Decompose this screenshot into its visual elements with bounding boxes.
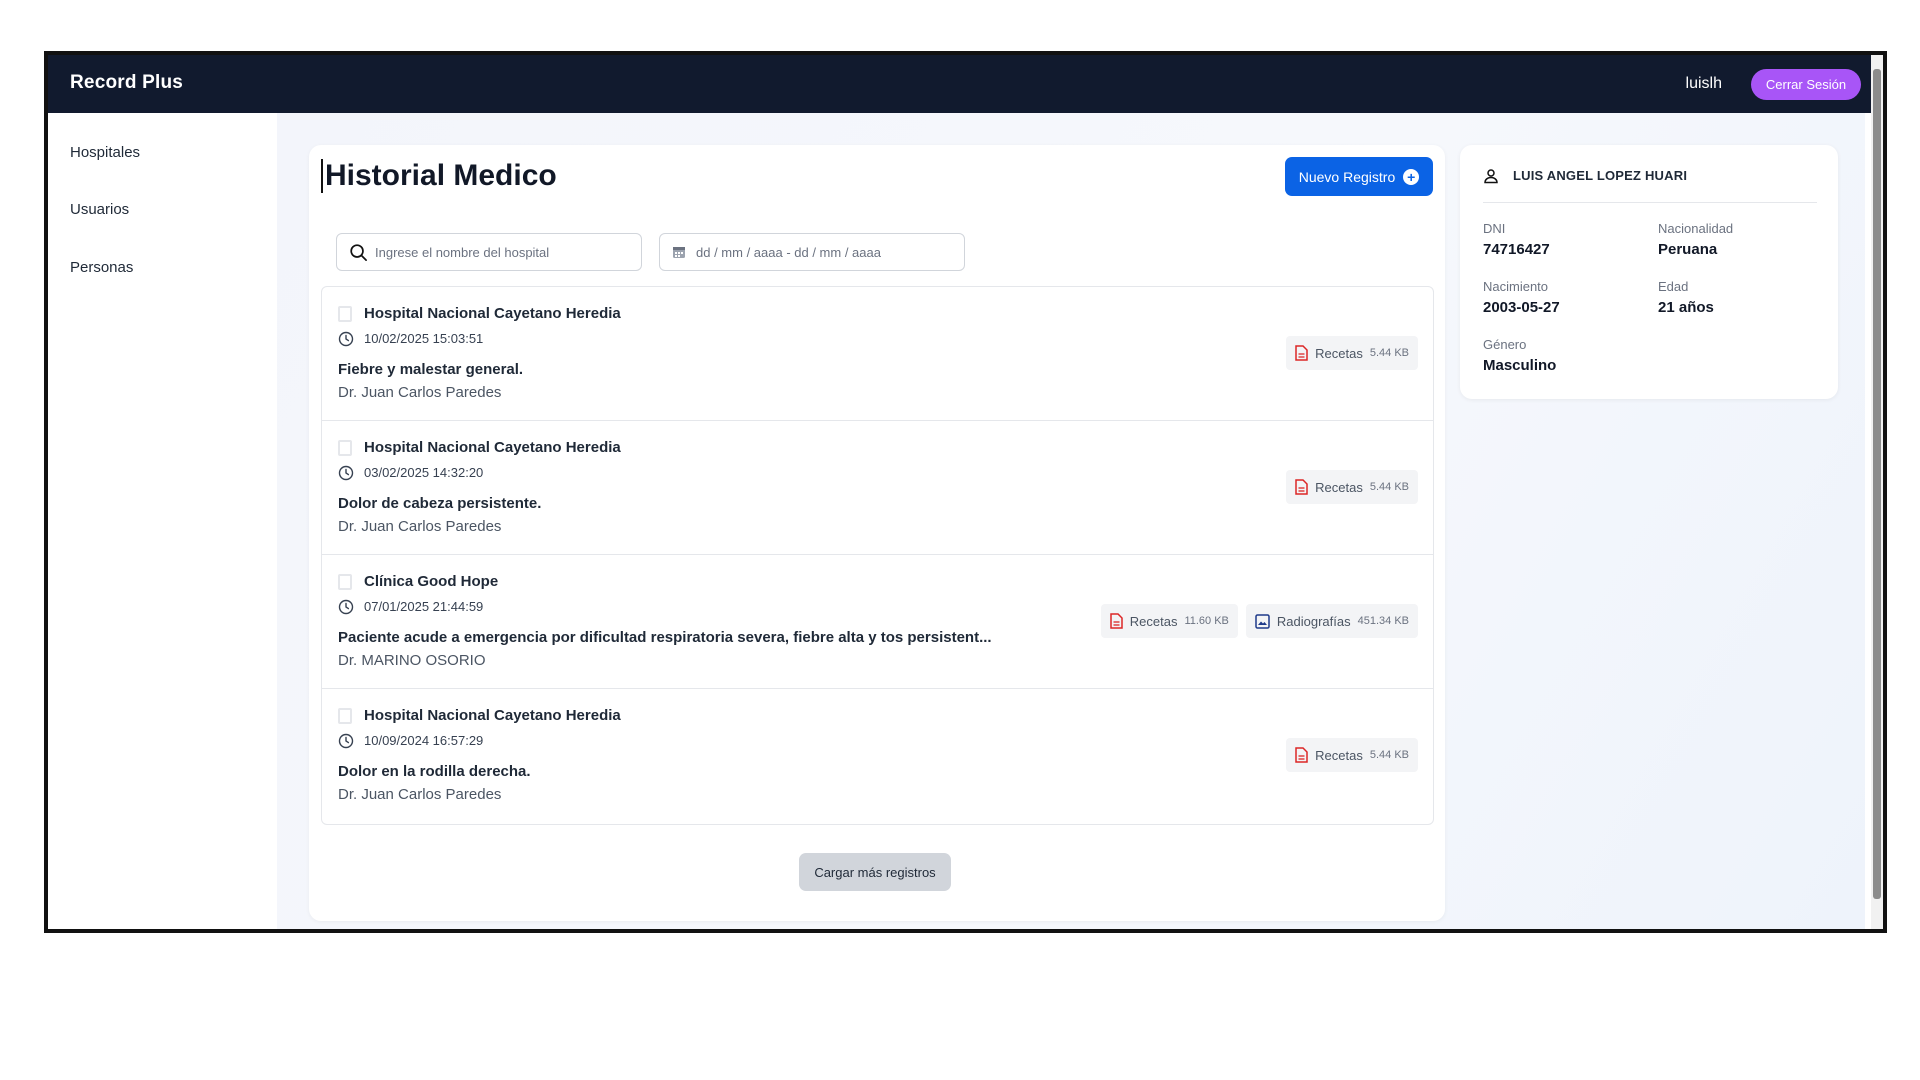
attachment-label: Recetas <box>1315 747 1363 763</box>
hospital-icon <box>338 306 352 322</box>
clock-icon <box>338 599 354 615</box>
record-hospital: Hospital Nacional Cayetano Heredia <box>364 305 621 322</box>
birth-label: Nacimiento <box>1483 279 1549 294</box>
age-label: Edad <box>1658 279 1689 294</box>
image-file-icon <box>1255 613 1270 629</box>
record-description: Fiebre y malestar general. <box>338 361 524 378</box>
scrollbar[interactable] <box>1871 55 1883 929</box>
record-attachments: Recetas 5.44 KB <box>1286 738 1418 772</box>
record-doctor: Dr. Juan Carlos Paredes <box>338 786 502 803</box>
load-more-button[interactable]: Cargar más registros <box>799 853 951 891</box>
record-hospital: Clínica Good Hope <box>364 573 499 590</box>
attachment-label: Recetas <box>1315 479 1363 495</box>
user-icon <box>1484 169 1498 184</box>
username: luislh <box>1685 75 1722 92</box>
scrollbar-thumb[interactable] <box>1873 69 1881 899</box>
attachment-recetas[interactable]: Recetas 5.44 KB <box>1286 738 1418 772</box>
attachment-label: Recetas <box>1129 613 1178 629</box>
date-range-input[interactable]: dd / mm / aaaa - dd / mm / aaaa <box>659 233 965 271</box>
search-placeholder: Ingrese el nombre del hospital <box>375 244 550 260</box>
record-datetime: 03/02/2025 14:32:20 <box>364 465 484 480</box>
record-row[interactable]: Hospital Nacional Cayetano Heredia 10/02… <box>322 287 1433 421</box>
app-window: Record Plus luislh Cerrar Sesión Hospita… <box>44 51 1887 933</box>
gender-value: Masculino <box>1483 357 1557 374</box>
attachment-size: 5.44 KB <box>1369 481 1409 493</box>
attachment-size: 451.34 KB <box>1357 615 1409 627</box>
hospital-icon <box>338 574 352 590</box>
medical-history-card: Historial Medico Nuevo Registro + Ingres… <box>309 145 1445 921</box>
attachment-label: Radiografías <box>1276 613 1351 629</box>
sidebar-item-usuarios[interactable]: Usuarios <box>70 201 129 218</box>
page-title: Historial Medico <box>321 159 557 193</box>
record-row[interactable]: Hospital Nacional Cayetano Heredia 10/09… <box>322 689 1433 823</box>
record-description: Dolor en la rodilla derecha. <box>338 763 531 780</box>
gender-label: Género <box>1483 337 1527 352</box>
record-doctor: Dr. Juan Carlos Paredes <box>338 518 502 535</box>
attachment-recetas[interactable]: Recetas 11.60 KB <box>1100 604 1238 638</box>
pdf-file-icon <box>1110 613 1123 629</box>
record-description: Paciente acude a emergencia por dificult… <box>338 629 992 646</box>
pdf-file-icon <box>1295 747 1308 763</box>
sidebar-item-personas[interactable]: Personas <box>70 259 133 276</box>
main-content: Historial Medico Nuevo Registro + Ingres… <box>277 113 1865 929</box>
new-record-label: Nuevo Registro <box>1298 168 1396 185</box>
nationality-label: Nacionalidad <box>1658 221 1734 236</box>
sidebar-item-hospitales[interactable]: Hospitales <box>70 144 140 161</box>
record-description: Dolor de cabeza persistente. <box>338 495 542 512</box>
hospital-icon <box>338 440 352 456</box>
clock-icon <box>338 733 354 749</box>
new-record-button[interactable]: Nuevo Registro + <box>1285 157 1433 196</box>
sidebar: Hospitales Usuarios Personas <box>48 113 277 929</box>
nationality-value: Peruana <box>1658 241 1718 258</box>
record-row[interactable]: Clínica Good Hope 07/01/2025 21:44:59 Pa… <box>322 555 1433 689</box>
records-list: Hospital Nacional Cayetano Heredia 10/02… <box>321 286 1434 825</box>
record-doctor: Dr. Juan Carlos Paredes <box>338 384 502 401</box>
attachment-radiografias[interactable]: Radiografías 451.34 KB <box>1245 604 1418 638</box>
calendar-icon <box>673 247 685 258</box>
hospital-icon <box>338 708 352 724</box>
dni-value: 74716427 <box>1483 241 1550 258</box>
record-doctor: Dr. MARINO OSORIO <box>338 652 486 669</box>
attachment-recetas[interactable]: Recetas 5.44 KB <box>1286 470 1418 504</box>
pdf-file-icon <box>1295 345 1308 361</box>
record-hospital: Hospital Nacional Cayetano Heredia <box>364 439 621 456</box>
record-datetime: 07/01/2025 21:44:59 <box>364 599 484 614</box>
attachment-size: 5.44 KB <box>1369 347 1409 359</box>
attachment-size: 5.44 KB <box>1369 749 1409 761</box>
profile-header: LUIS ANGEL LOPEZ HUARI <box>1483 165 1817 203</box>
dni-label: DNI <box>1483 221 1506 236</box>
date-range-placeholder: dd / mm / aaaa - dd / mm / aaaa <box>696 244 881 260</box>
app-logo[interactable]: Record Plus <box>70 72 183 94</box>
patient-profile-card: LUIS ANGEL LOPEZ HUARI DNI 74716427 Naci… <box>1460 145 1838 399</box>
record-attachments: Recetas 5.44 KB <box>1286 336 1418 370</box>
logout-button[interactable]: Cerrar Sesión <box>1751 69 1861 100</box>
patient-name: LUIS ANGEL LOPEZ HUARI <box>1513 168 1688 183</box>
clock-icon <box>338 465 354 481</box>
plus-circle-icon: + <box>1403 168 1420 185</box>
age-value: 21 años <box>1658 299 1714 316</box>
birth-value: 2003-05-27 <box>1483 299 1560 316</box>
attachment-label: Recetas <box>1315 345 1363 361</box>
record-attachments: Recetas 11.60 KB Radiografías 451.34 KB <box>1100 604 1418 638</box>
search-icon <box>350 244 367 261</box>
top-navbar: Record Plus luislh Cerrar Sesión <box>48 55 1883 113</box>
clock-icon <box>338 331 354 347</box>
record-datetime: 10/02/2025 15:03:51 <box>364 331 484 346</box>
record-row[interactable]: Hospital Nacional Cayetano Heredia 03/02… <box>322 421 1433 555</box>
record-attachments: Recetas 5.44 KB <box>1286 470 1418 504</box>
record-hospital: Hospital Nacional Cayetano Heredia <box>364 707 621 724</box>
record-datetime: 10/09/2024 16:57:29 <box>364 733 484 748</box>
hospital-search-input[interactable]: Ingrese el nombre del hospital <box>336 233 642 271</box>
attachment-recetas[interactable]: Recetas 5.44 KB <box>1286 336 1418 370</box>
attachment-size: 11.60 KB <box>1184 615 1229 627</box>
pdf-file-icon <box>1295 479 1308 495</box>
